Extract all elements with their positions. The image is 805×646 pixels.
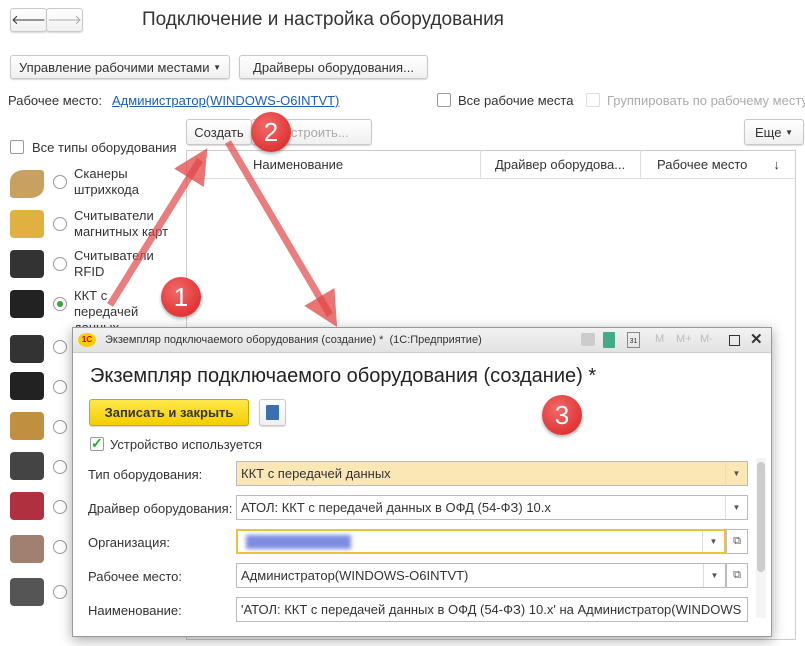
step-badge-2: 2: [251, 112, 291, 152]
step-badge-3: 3: [542, 395, 582, 435]
step-badge-1: 1: [161, 277, 201, 317]
annotation-arrows: [107, 140, 338, 328]
arrow-to-dialog: [224, 140, 338, 328]
